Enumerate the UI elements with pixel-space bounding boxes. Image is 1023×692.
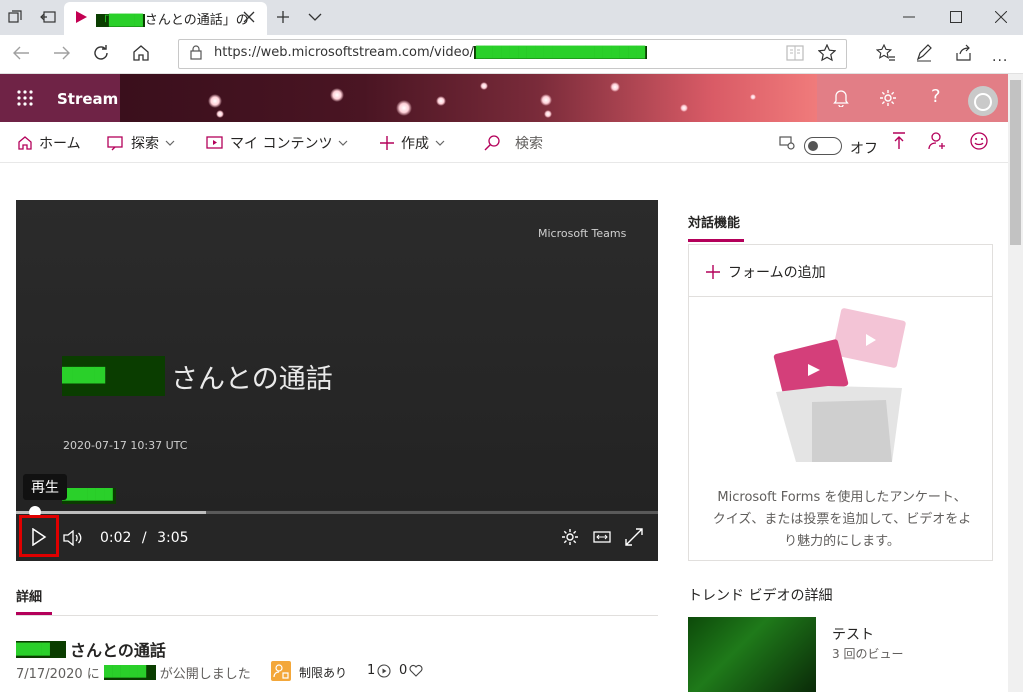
back-arrow-icon[interactable] xyxy=(12,45,30,61)
search-icon xyxy=(484,135,500,151)
forms-description: Microsoft Forms を使用したアンケート、クイズ、または投票を追加し… xyxy=(712,490,972,549)
video-settings-icon[interactable] xyxy=(561,528,579,546)
tab-title: 「████ さんとの通話」の xyxy=(96,13,249,28)
new-tab-icon[interactable] xyxy=(276,10,290,24)
lock-icon[interactable] xyxy=(190,45,202,60)
add-person-icon[interactable] xyxy=(928,132,948,150)
minimize-icon[interactable] xyxy=(903,16,915,18)
plus-icon xyxy=(380,136,394,150)
restricted-icon xyxy=(271,661,291,681)
nav-create[interactable]: 作成 xyxy=(379,133,445,153)
duration: 3:05 xyxy=(157,530,189,546)
chevron-down-icon[interactable] xyxy=(308,12,322,22)
panel-divider xyxy=(689,296,992,297)
play-tooltip: 再生 xyxy=(23,474,67,500)
nav-search[interactable]: 検索 xyxy=(483,133,543,153)
close-window-icon[interactable] xyxy=(995,11,1007,23)
header-banner xyxy=(120,74,817,122)
avatar[interactable] xyxy=(968,86,998,116)
url-redacted: ████████████████████ xyxy=(473,46,648,59)
add-form-button[interactable]: フォームの追加 xyxy=(706,262,826,282)
pen-icon[interactable] xyxy=(915,44,933,62)
forms-illustration xyxy=(772,306,912,466)
home-icon[interactable] xyxy=(132,44,150,62)
video-time: 0:02 / 3:05 xyxy=(100,530,189,546)
explore-icon xyxy=(107,136,123,151)
preview-toggle-icon xyxy=(779,135,795,151)
trending-heading: トレンド ビデオの詳細 xyxy=(688,588,833,604)
forward-arrow-icon[interactable] xyxy=(53,45,71,61)
home-icon xyxy=(18,136,32,150)
stream-favicon-icon xyxy=(74,10,88,24)
play-button-highlight[interactable] xyxy=(19,515,59,557)
favorite-star-icon[interactable] xyxy=(818,44,836,62)
restriction-label: 制限あり xyxy=(299,666,348,680)
plus-icon xyxy=(706,265,720,279)
nav-my-content[interactable]: マイ コンテンツ xyxy=(206,133,348,153)
theater-mode-icon[interactable] xyxy=(593,530,611,544)
tab-back-icon[interactable] xyxy=(40,10,56,24)
tab-interactivity-underline xyxy=(688,239,744,242)
fullscreen-icon[interactable] xyxy=(625,528,643,546)
url-text: https://web.microsoftstream.com/video/██… xyxy=(214,45,648,60)
details-title-redacted: ████ xyxy=(16,640,66,658)
notification-bell-icon[interactable] xyxy=(833,89,849,107)
details-divider xyxy=(16,615,658,616)
settings-gear-icon[interactable] xyxy=(879,89,897,107)
preview-toggle[interactable] xyxy=(804,137,842,155)
nav-home[interactable]: ホーム xyxy=(17,133,81,153)
tab-actions-icon[interactable] xyxy=(8,10,22,24)
video-timestamp: 2020-07-17 10:37 UTC xyxy=(63,439,188,452)
share-icon[interactable] xyxy=(955,44,973,62)
upload-icon[interactable] xyxy=(892,132,906,150)
reading-view-icon[interactable] xyxy=(786,45,804,61)
video-frame[interactable] xyxy=(16,200,658,510)
tab-details[interactable]: 詳細 xyxy=(16,586,42,605)
video-library-icon xyxy=(206,136,223,149)
views-icon xyxy=(377,663,391,678)
video-title-redacted: ████ xyxy=(62,356,165,396)
trending-item-title[interactable]: テスト xyxy=(832,624,874,644)
favorites-list-icon[interactable] xyxy=(876,44,896,62)
help-icon[interactable]: ? xyxy=(931,86,941,107)
chevron-down-icon xyxy=(165,140,175,146)
buffer-fill xyxy=(16,511,206,514)
more-menu-icon[interactable]: ··· xyxy=(992,53,1008,69)
trending-thumbnail[interactable] xyxy=(688,617,816,692)
app-launcher-icon[interactable] xyxy=(16,89,34,107)
publish-info: 7/17/2020 に █████ が公開しました xyxy=(16,665,251,682)
maximize-icon[interactable] xyxy=(950,11,962,23)
toggle-label: オフ xyxy=(850,141,878,157)
chevron-down-icon xyxy=(435,140,445,146)
feedback-smiley-icon[interactable] xyxy=(969,131,989,151)
current-time: 0:02 xyxy=(100,530,132,546)
scrollbar-thumb[interactable] xyxy=(1010,80,1021,245)
tab-interactivity[interactable]: 対話機能 xyxy=(688,212,740,231)
video-watermark: Microsoft Teams xyxy=(538,227,627,240)
like-button[interactable]: 0 xyxy=(399,663,423,678)
chevron-down-icon xyxy=(339,140,348,146)
publisher-redacted[interactable]: █████ xyxy=(103,665,156,680)
video-title-overlay: ████ さんとの通話 xyxy=(62,356,333,396)
volume-icon[interactable] xyxy=(63,530,83,546)
trending-item-views: 3 回のビュー xyxy=(832,647,904,661)
close-tab-icon[interactable] xyxy=(243,11,255,23)
view-count: 1 xyxy=(367,663,391,678)
heart-icon xyxy=(409,664,423,677)
refresh-icon[interactable] xyxy=(92,44,110,62)
tab-title-redacted: 「████ xyxy=(96,14,145,27)
nav-explore[interactable]: 探索 xyxy=(107,133,175,153)
stream-brand[interactable]: Stream xyxy=(57,90,118,108)
details-title: ████ さんとの通話 xyxy=(16,640,166,660)
video-small-redacted: ██████ xyxy=(62,488,116,504)
